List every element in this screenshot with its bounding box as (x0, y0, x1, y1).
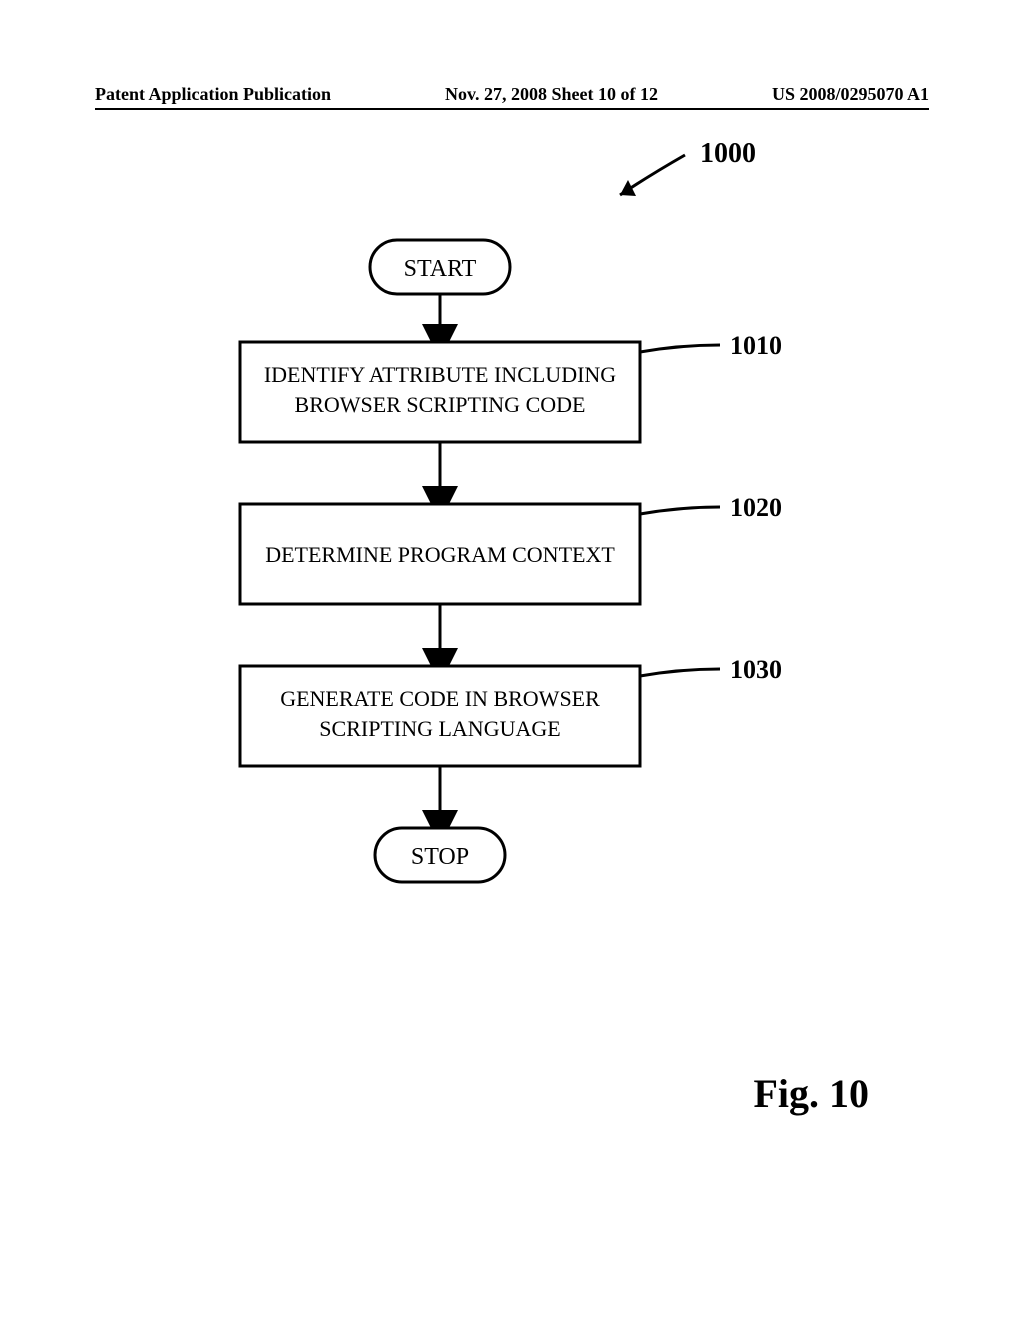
figure-number-label: 1000 (700, 138, 756, 169)
figure-caption: Fig. 10 (753, 1070, 869, 1117)
step-1-line2: BROWSER SCRIPTING CODE (295, 392, 586, 417)
page-header: Patent Application Publication Nov. 27, … (95, 84, 929, 105)
stop-label: STOP (411, 844, 469, 870)
page: Patent Application Publication Nov. 27, … (0, 0, 1024, 1320)
step-2: DETERMINE PROGRAM CONTEXT 1020 (240, 493, 782, 604)
step-3-line1: GENERATE CODE IN BROWSER (280, 686, 600, 711)
figure-number-pointer: 1000 (620, 138, 756, 196)
flowchart: 1000 START IDENTIFY ATTRIBUTE INCLUDING … (0, 120, 1024, 1025)
step-2-ref: 1020 (730, 493, 782, 522)
start-label: START (404, 256, 477, 282)
step-1-leader (640, 345, 720, 352)
header-rule (95, 108, 929, 110)
header-right: US 2008/0295070 A1 (772, 84, 929, 105)
step-3-ref: 1030 (730, 655, 782, 684)
header-center: Nov. 27, 2008 Sheet 10 of 12 (445, 84, 658, 105)
step-2-leader (640, 507, 720, 514)
header-left: Patent Application Publication (95, 84, 331, 105)
step-1-ref: 1010 (730, 331, 782, 360)
step-1: IDENTIFY ATTRIBUTE INCLUDING BROWSER SCR… (240, 331, 782, 442)
step-3-leader (640, 669, 720, 676)
step-2-line1: DETERMINE PROGRAM CONTEXT (265, 542, 615, 567)
stop-node: STOP (375, 828, 505, 882)
step-3-line2: SCRIPTING LANGUAGE (319, 716, 560, 741)
step-1-line1: IDENTIFY ATTRIBUTE INCLUDING (264, 362, 616, 387)
step-3: GENERATE CODE IN BROWSER SCRIPTING LANGU… (240, 655, 782, 766)
start-node: START (370, 240, 510, 294)
